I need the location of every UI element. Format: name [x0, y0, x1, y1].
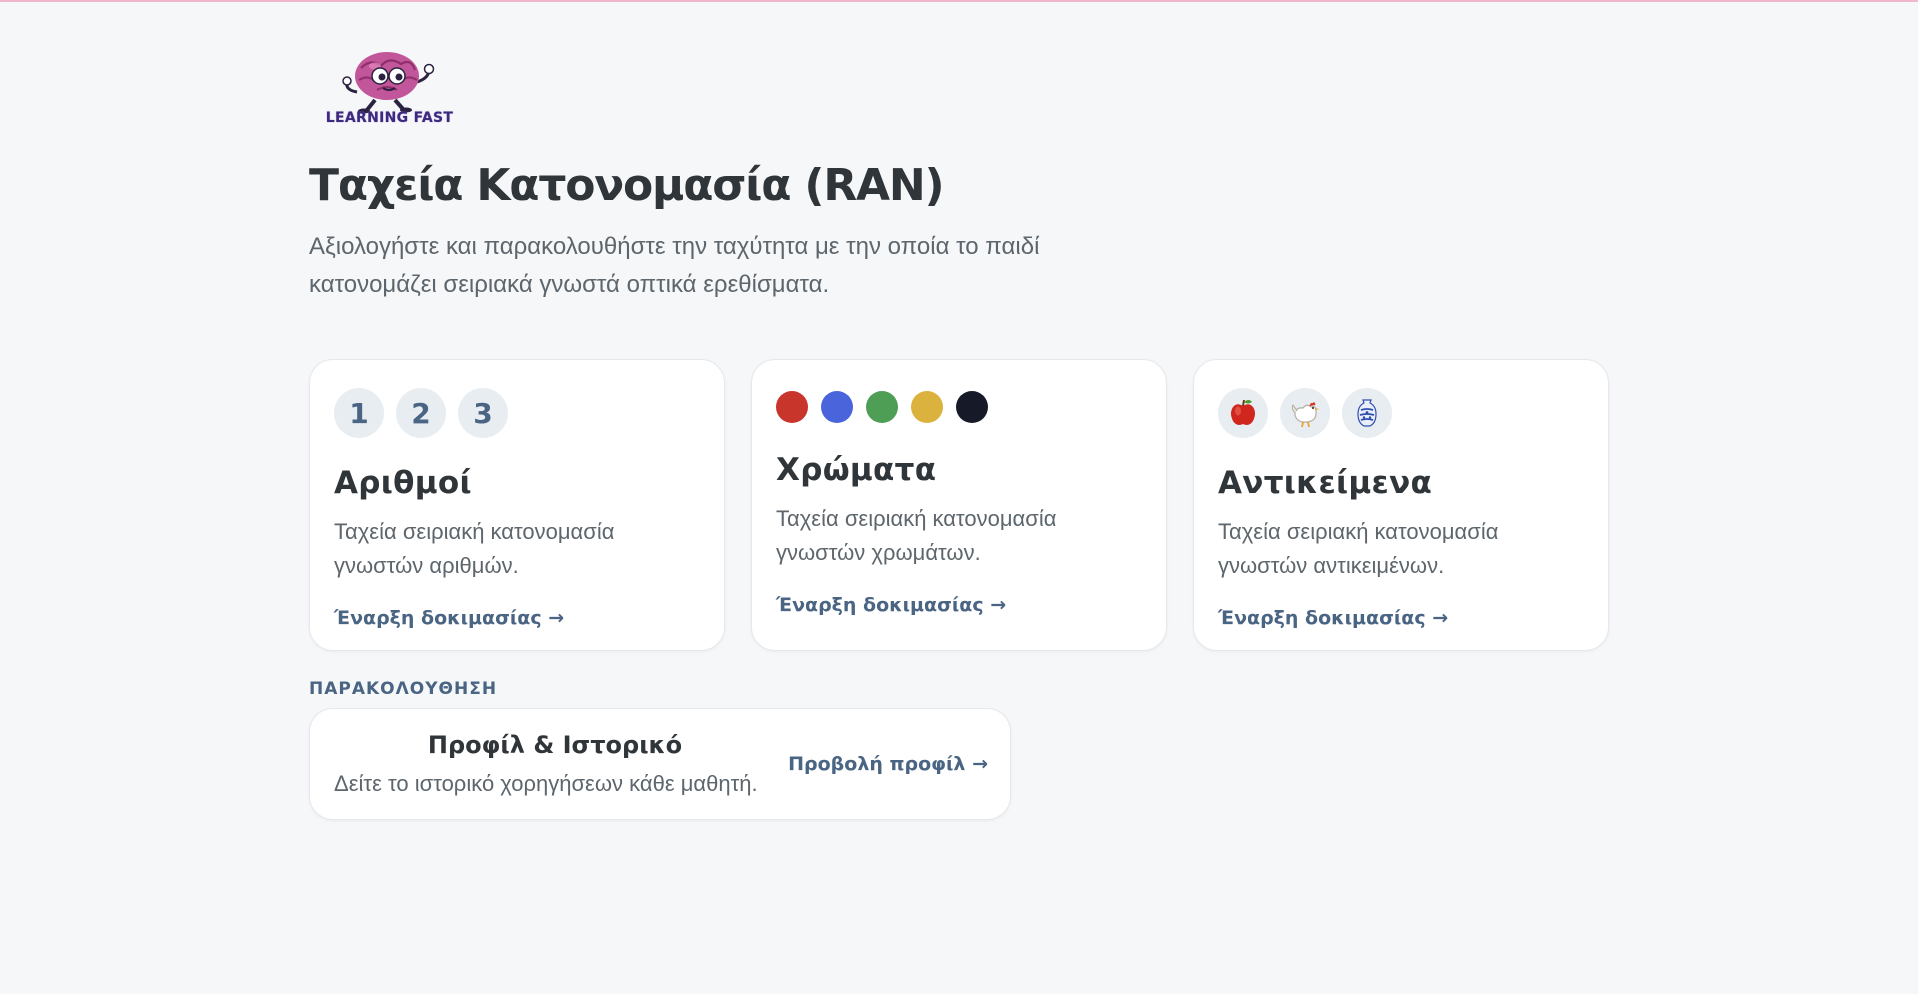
- color-dot-red: [776, 391, 808, 423]
- color-dot-black: [956, 391, 988, 423]
- start-test-link-objects[interactable]: Έναρξη δοκιμασίας →: [1218, 607, 1448, 629]
- logo-text: LEARNING FAST: [325, 110, 454, 126]
- card-title: Αριθμοί: [334, 465, 472, 501]
- color-dot-blue: [821, 391, 853, 423]
- card-numbers[interactable]: 1 2 3 Αριθμοί Ταχεία σειριακή κατονομασί…: [309, 359, 725, 651]
- section-label-tracking: ΠΑΡΑΚΟΛΟΥΘΗΣΗ: [309, 679, 498, 699]
- number-chips: 1 2 3: [334, 387, 700, 439]
- object-chips: [1218, 387, 1584, 439]
- number-chip: 2: [396, 388, 446, 438]
- number-chip: 1: [334, 388, 384, 438]
- page: LEARNING FAST Ταχεία Κατονομασία (RAN) Α…: [0, 2, 1918, 994]
- page-title: Ταχεία Κατονομασία (RAN): [309, 160, 945, 211]
- brand-logo[interactable]: LEARNING FAST: [317, 52, 462, 132]
- profile-card-description: Δείτε το ιστορικό χορηγήσεων κάθε μαθητή…: [334, 771, 758, 796]
- card-title: Χρώματα: [776, 452, 937, 488]
- vase-icon: [1342, 388, 1392, 438]
- number-chip: 3: [458, 388, 508, 438]
- apple-icon: [1218, 388, 1268, 438]
- page-subtitle: Αξιολογήστε και παρακολουθήστε την ταχύτ…: [309, 233, 1040, 298]
- card-description: Ταχεία σειριακή κατονομασία γνωστών αντι…: [1218, 519, 1499, 578]
- color-dots: [776, 387, 1142, 427]
- card-objects[interactable]: Αντικείμενα Ταχεία σειριακή κατονομασία …: [1193, 359, 1609, 651]
- start-test-link-numbers[interactable]: Έναρξη δοκιμασίας →: [334, 607, 564, 629]
- chicken-icon: [1280, 388, 1330, 438]
- brain-mascot-icon: [342, 52, 435, 114]
- card-description: Ταχεία σειριακή κατονομασία γνωστών χρωμ…: [776, 506, 1057, 565]
- start-test-link-colors[interactable]: Έναρξη δοκιμασίας →: [776, 594, 1006, 616]
- card-title: Αντικείμενα: [1218, 465, 1433, 501]
- profile-history-card[interactable]: Προφίλ & Ιστορικό Δείτε το ιστορικό χορη…: [309, 708, 1011, 820]
- view-profile-link[interactable]: Προβολή προφίλ →: [788, 753, 988, 775]
- color-dot-green: [866, 391, 898, 423]
- color-dot-yellow: [911, 391, 943, 423]
- card-colors[interactable]: Χρώματα Ταχεία σειριακή κατονομασία γνωσ…: [751, 359, 1167, 651]
- card-description: Ταχεία σειριακή κατονομασία γνωστών αριθ…: [334, 519, 615, 578]
- profile-card-title: Προφίλ & Ιστορικό: [427, 731, 683, 759]
